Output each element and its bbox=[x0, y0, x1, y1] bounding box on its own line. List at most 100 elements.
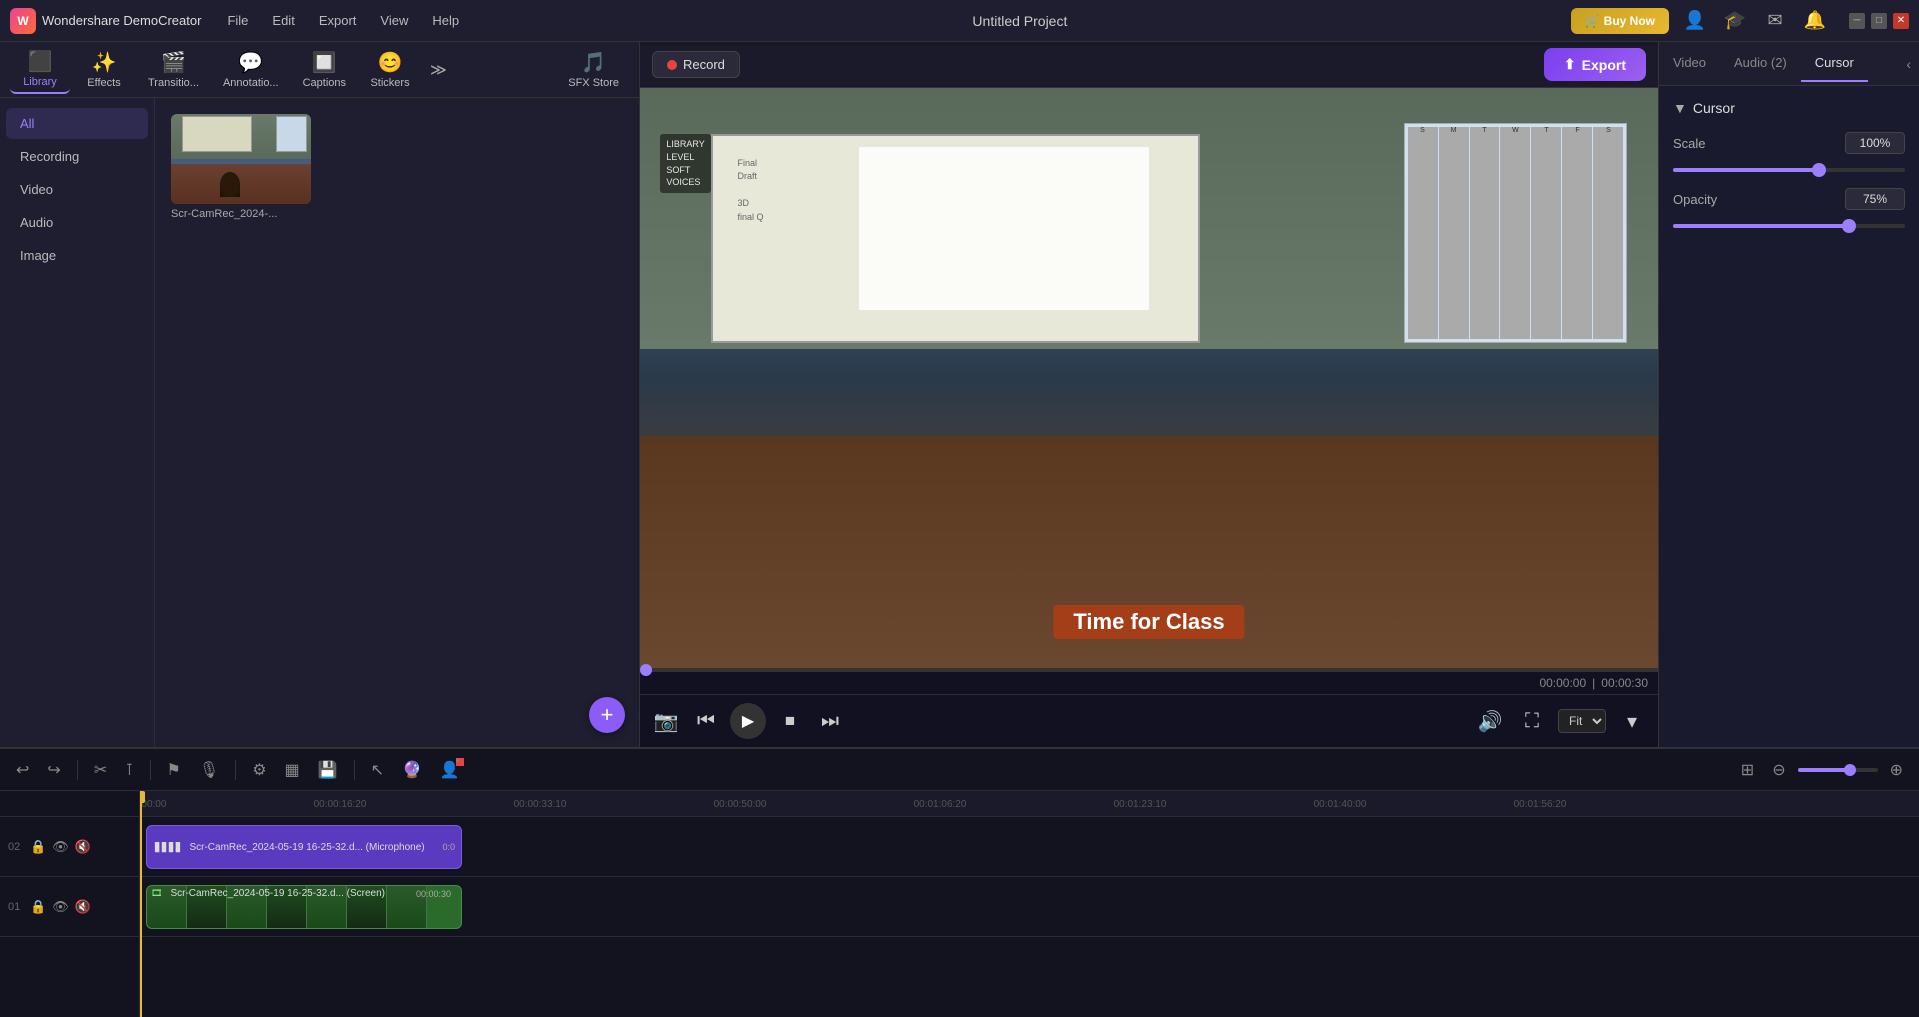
effects-label: Effects bbox=[87, 77, 120, 89]
user-icon[interactable]: 👤 bbox=[1681, 10, 1709, 31]
export-button[interactable]: ⬆ Export bbox=[1544, 48, 1646, 81]
cursor-tool-button[interactable]: ↖ bbox=[365, 756, 390, 784]
menu-export[interactable]: Export bbox=[309, 9, 367, 32]
media-item[interactable]: Scr-CamRec_2024-... bbox=[171, 114, 311, 220]
zoom-out-button[interactable]: ⊖ bbox=[1766, 756, 1791, 784]
lock-icon-01[interactable]: 🔒 bbox=[30, 899, 46, 915]
toolbar-captions[interactable]: 🔲 Captions bbox=[293, 46, 356, 93]
tab-cursor[interactable]: Cursor bbox=[1801, 45, 1868, 82]
toolbar-effects[interactable]: ✨ Effects bbox=[74, 46, 134, 93]
record-button[interactable]: Record bbox=[652, 51, 740, 78]
cursor-section-title: Cursor bbox=[1693, 100, 1735, 116]
split-button[interactable]: ⊺ bbox=[119, 756, 139, 784]
maximize-button[interactable]: □ bbox=[1871, 13, 1887, 29]
add-media-button[interactable]: + bbox=[589, 697, 625, 733]
right-panel-more[interactable]: ‹ bbox=[1898, 48, 1919, 80]
mute-icon-02[interactable]: 🔇 bbox=[75, 839, 91, 855]
zoom-slider-thumb[interactable] bbox=[1844, 764, 1856, 776]
volume-button[interactable]: 🔊 bbox=[1474, 709, 1506, 734]
header-right: 🛒 Buy Now 👤 🎓 ✉ 🔔 ─ □ ✕ bbox=[1571, 8, 1909, 34]
video-thumb-icon: 🎞 bbox=[151, 888, 162, 899]
playhead[interactable] bbox=[140, 791, 142, 1017]
toolbar-annotations[interactable]: 💬 Annotatio... bbox=[213, 46, 289, 93]
eye-icon-01[interactable]: 👁 bbox=[52, 899, 69, 915]
next-frame-button[interactable]: ⏭ bbox=[814, 710, 846, 733]
buy-now-icon: 🛒 bbox=[1585, 14, 1600, 28]
toolbar-library[interactable]: ⬛ Library bbox=[10, 45, 70, 94]
add-track-button[interactable]: ⊞ bbox=[1735, 756, 1760, 784]
tab-audio[interactable]: Audio (2) bbox=[1720, 45, 1801, 82]
histogram-button[interactable]: ▦ bbox=[279, 756, 306, 784]
toolbar-sfx[interactable]: 🎵 SFX Store bbox=[558, 46, 629, 93]
opacity-slider[interactable] bbox=[1673, 224, 1905, 228]
captions-label: Captions bbox=[303, 77, 346, 89]
mail-icon[interactable]: ✉ bbox=[1761, 10, 1789, 31]
media-grid: Scr-CamRec_2024-... + bbox=[155, 98, 639, 747]
nav-all[interactable]: All bbox=[6, 108, 148, 139]
lock-icon-02[interactable]: 🔒 bbox=[30, 839, 46, 855]
nav-video[interactable]: Video bbox=[6, 174, 148, 205]
minimize-button[interactable]: ─ bbox=[1849, 13, 1865, 29]
scale-slider-thumb[interactable] bbox=[1812, 163, 1826, 177]
buy-now-label: Buy Now bbox=[1604, 14, 1655, 28]
collapse-arrow-icon[interactable]: ▼ bbox=[1673, 100, 1687, 116]
menu-view[interactable]: View bbox=[370, 9, 418, 32]
fit-select[interactable]: Fit bbox=[1558, 709, 1606, 733]
right-tabs: Video Audio (2) Cursor ‹ bbox=[1659, 42, 1919, 86]
more-tools-button[interactable]: ≫ bbox=[424, 56, 453, 84]
export-icon: ⬆ bbox=[1564, 56, 1576, 73]
audio-clip[interactable]: ▋▋▋▋ Scr-CamRec_2024-05-19 16-25-32.d...… bbox=[146, 825, 462, 869]
opacity-value-input[interactable] bbox=[1845, 188, 1905, 210]
scale-slider-track[interactable] bbox=[1673, 168, 1905, 172]
tab-video[interactable]: Video bbox=[1659, 45, 1720, 82]
divider-2 bbox=[150, 760, 151, 780]
zoom-slider-track[interactable] bbox=[1798, 768, 1878, 772]
scale-value-input[interactable] bbox=[1845, 132, 1905, 154]
eye-icon-02[interactable]: 👁 bbox=[52, 839, 69, 855]
export-label: Export bbox=[1582, 57, 1626, 73]
classroom-scene: FinalDraft3Dfinal Q S M T W T F S bbox=[640, 88, 1658, 668]
opacity-slider-track[interactable] bbox=[1673, 224, 1905, 228]
toolbar-transitions[interactable]: 🎬 Transitio... bbox=[138, 46, 209, 93]
transitions-icon: 🎬 bbox=[161, 50, 186, 75]
marker-button[interactable]: ⚑ bbox=[161, 756, 187, 784]
trim-button[interactable]: ✂ bbox=[88, 756, 113, 784]
audio-clip-label: ▋▋▋▋ Scr-CamRec_2024-05-19 16-25-32.d...… bbox=[147, 842, 433, 853]
prev-frame-button[interactable]: ⏮ bbox=[690, 710, 722, 733]
fullscreen-button[interactable]: ⛶ bbox=[1516, 710, 1548, 733]
nav-image[interactable]: Image bbox=[6, 240, 148, 271]
sfx-label: SFX Store bbox=[568, 77, 619, 89]
graduation-icon[interactable]: 🎓 bbox=[1721, 10, 1749, 31]
scale-label: Scale bbox=[1673, 136, 1706, 151]
mute-icon-01[interactable]: 🔇 bbox=[75, 899, 91, 915]
close-button[interactable]: ✕ bbox=[1893, 13, 1909, 29]
chevron-down-icon[interactable]: ▾ bbox=[1616, 709, 1648, 734]
zoom-in-button[interactable]: ⊕ bbox=[1884, 756, 1909, 784]
undo-button[interactable]: ↩ bbox=[10, 756, 35, 784]
app-logo: W Wondershare DemoCreator bbox=[10, 8, 201, 34]
scale-slider[interactable] bbox=[1673, 168, 1905, 172]
toolbar-stickers[interactable]: 😊 Stickers bbox=[360, 46, 420, 93]
opacity-slider-thumb[interactable] bbox=[1842, 219, 1856, 233]
save-button[interactable]: 💾 bbox=[312, 756, 344, 784]
menu-edit[interactable]: Edit bbox=[262, 9, 304, 32]
bell-icon[interactable]: 🔔 bbox=[1801, 10, 1829, 31]
settings-button[interactable]: ⚙ bbox=[246, 756, 272, 784]
person-tool-button[interactable]: 👤● bbox=[434, 756, 466, 784]
progress-thumb[interactable] bbox=[640, 664, 652, 676]
stop-button[interactable]: ⏹ bbox=[774, 710, 806, 733]
timeline-tracks[interactable]: 00:00:00:00 00:00:16:20 00:00:33:10 00:0… bbox=[140, 791, 1919, 1017]
play-button[interactable]: ▶ bbox=[730, 703, 766, 739]
preview-area: FinalDraft3Dfinal Q S M T W T F S bbox=[640, 88, 1658, 668]
redo-button[interactable]: ↪ bbox=[41, 756, 66, 784]
buy-now-button[interactable]: 🛒 Buy Now bbox=[1571, 8, 1669, 34]
menu-file[interactable]: File bbox=[217, 9, 258, 32]
screenshot-button[interactable]: 📷 bbox=[650, 709, 682, 734]
nav-recording[interactable]: Recording bbox=[6, 141, 148, 172]
video-clip[interactable]: 🎞 Scr-CamRec_2024-05-19 16-25-32.d... (S… bbox=[146, 885, 462, 929]
nav-audio[interactable]: Audio bbox=[6, 207, 148, 238]
menu-help[interactable]: Help bbox=[422, 9, 469, 32]
audio-record-button[interactable]: 🎙 bbox=[193, 756, 225, 784]
preview-progress[interactable] bbox=[640, 668, 1658, 672]
effects-tool-button[interactable]: 🔮 bbox=[396, 756, 428, 784]
